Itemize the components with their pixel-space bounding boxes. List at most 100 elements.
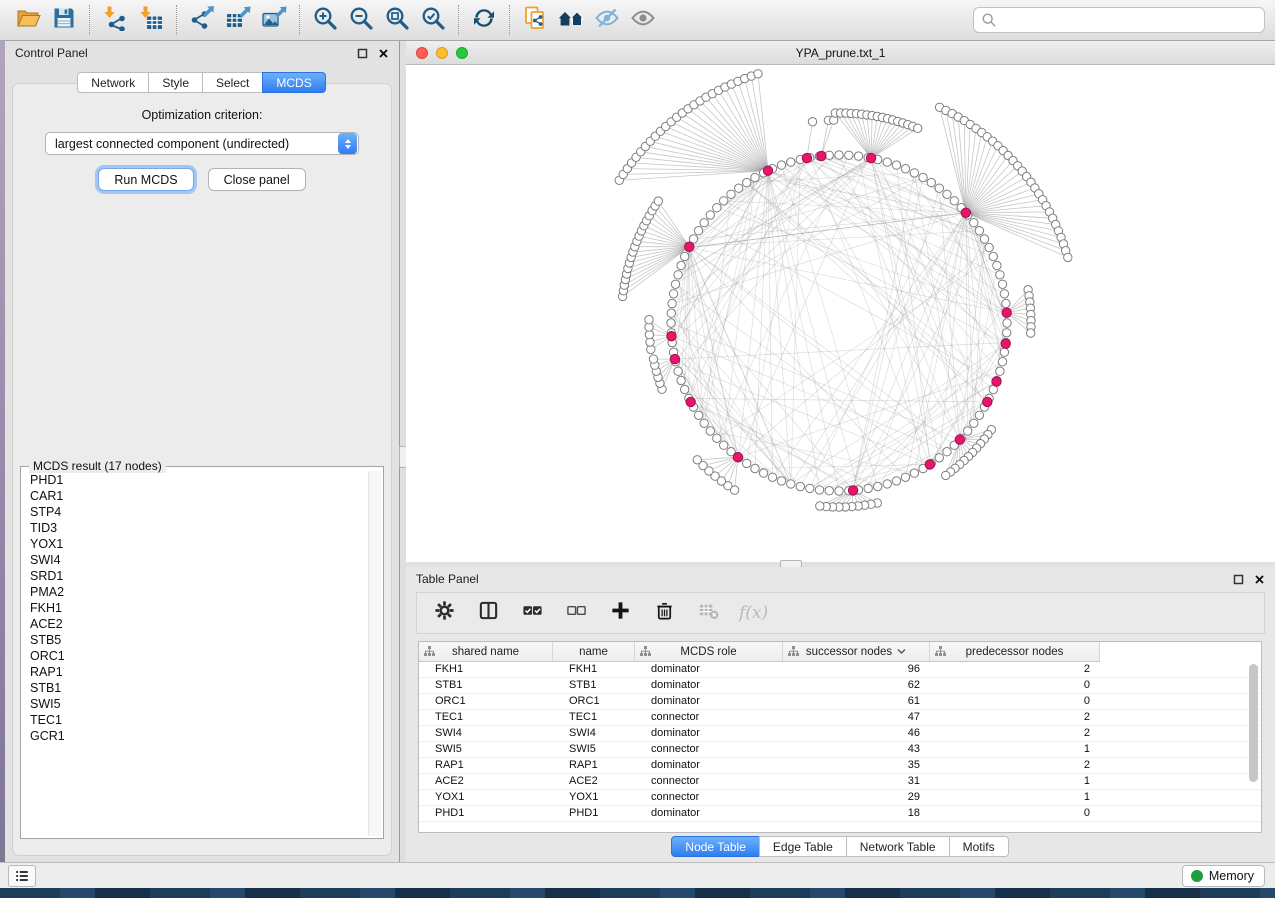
graph-node[interactable] — [681, 385, 689, 393]
select-all-button[interactable] — [519, 600, 545, 626]
column-browser-button[interactable] — [475, 600, 501, 626]
cell-MCDS-role[interactable]: dominator — [635, 806, 783, 821]
float-table-panel-icon[interactable] — [1233, 574, 1244, 585]
graph-node[interactable] — [777, 477, 785, 485]
tab-edge-table[interactable]: Edge Table — [759, 836, 847, 857]
cell-shared-name[interactable]: PHD1 — [419, 806, 553, 821]
zoom-fit-button[interactable] — [379, 4, 415, 36]
graph-node[interactable] — [713, 434, 721, 442]
graph-node[interactable] — [751, 173, 759, 181]
hide-selected-button[interactable] — [589, 4, 625, 36]
mcds-result-item[interactable]: STB1 — [23, 680, 367, 696]
cell-shared-name[interactable]: SWI5 — [419, 742, 553, 757]
dominator-node[interactable] — [992, 377, 1001, 386]
table-row[interactable]: TEC1TEC1connector472 — [419, 710, 1261, 726]
search-input[interactable] — [1002, 10, 1257, 30]
cell-predecessor-nodes[interactable]: 1 — [930, 774, 1100, 789]
cell-predecessor-nodes[interactable]: 0 — [930, 678, 1100, 693]
graph-node[interactable] — [970, 419, 978, 427]
graph-node[interactable] — [671, 280, 679, 288]
graph-node[interactable] — [816, 502, 824, 510]
cell-name[interactable]: STB1 — [553, 678, 635, 693]
cell-name[interactable]: RAP1 — [553, 758, 635, 773]
cell-successor-nodes[interactable]: 47 — [783, 710, 930, 725]
graph-node[interactable] — [787, 480, 795, 488]
cell-name[interactable]: SWI4 — [553, 726, 635, 741]
import-table-button[interactable] — [133, 4, 169, 36]
cell-predecessor-nodes[interactable]: 1 — [930, 790, 1100, 805]
tab-motifs[interactable]: Motifs — [949, 836, 1009, 857]
cell-name[interactable]: ACE2 — [553, 774, 635, 789]
graph-node[interactable] — [874, 482, 882, 490]
graph-node[interactable] — [1002, 299, 1010, 307]
graph-node[interactable] — [645, 316, 653, 324]
mcds-result-item[interactable]: SWI4 — [23, 552, 367, 568]
table-row[interactable]: ORC1ORC1dominator610 — [419, 694, 1261, 710]
graph-node[interactable] — [1003, 329, 1011, 337]
graph-node[interactable] — [883, 158, 891, 166]
mcds-result-list[interactable]: PHD1CAR1STP4TID3YOX1SWI4SRD1PMA2FKH1ACE2… — [23, 472, 367, 836]
graph-node[interactable] — [1003, 319, 1011, 327]
graph-node[interactable] — [677, 376, 685, 384]
cell-name[interactable]: YOX1 — [553, 790, 635, 805]
tab-node-table[interactable]: Node Table — [671, 836, 760, 857]
graph-node[interactable] — [845, 151, 853, 159]
export-image-button[interactable] — [256, 4, 292, 36]
export-network-button[interactable] — [184, 4, 220, 36]
graph-node[interactable] — [935, 184, 943, 192]
mcds-result-item[interactable]: SRD1 — [23, 568, 367, 584]
table-scrollbar-thumb[interactable] — [1249, 664, 1258, 782]
graph-node[interactable] — [996, 367, 1004, 375]
result-list-scrollbar[interactable] — [368, 471, 381, 836]
graph-node[interactable] — [768, 473, 776, 481]
graph-node[interactable] — [677, 261, 685, 269]
cell-successor-nodes[interactable]: 46 — [783, 726, 930, 741]
cell-successor-nodes[interactable]: 18 — [783, 806, 930, 821]
graph-node[interactable] — [1000, 348, 1008, 356]
show-all-button[interactable] — [625, 4, 661, 36]
dominator-node[interactable] — [817, 151, 826, 160]
graph-node[interactable] — [883, 480, 891, 488]
graph-node[interactable] — [943, 190, 951, 198]
mcds-result-item[interactable]: GCR1 — [23, 728, 367, 744]
cell-MCDS-role[interactable]: connector — [635, 774, 783, 789]
first-neighbors-button[interactable] — [553, 4, 589, 36]
mcds-result-item[interactable]: STP4 — [23, 504, 367, 520]
graph-node[interactable] — [825, 487, 833, 495]
column-header-successor-nodes[interactable]: successor nodes — [783, 642, 930, 662]
graph-node[interactable] — [892, 477, 900, 485]
cell-predecessor-nodes[interactable]: 1 — [930, 742, 1100, 757]
cell-shared-name[interactable]: FKH1 — [419, 662, 553, 677]
graph-node[interactable] — [985, 243, 993, 251]
graph-node[interactable] — [796, 482, 804, 490]
dominator-node[interactable] — [866, 153, 875, 162]
column-header-shared-name[interactable]: shared name — [419, 642, 553, 662]
table-row[interactable]: YOX1YOX1connector291 — [419, 790, 1261, 806]
graph-node[interactable] — [806, 484, 814, 492]
graph-node[interactable] — [668, 299, 676, 307]
float-panel-icon[interactable] — [357, 48, 368, 59]
graph-node[interactable] — [720, 197, 728, 205]
graph-node[interactable] — [667, 309, 675, 317]
graph-node[interactable] — [996, 271, 1004, 279]
mcds-result-item[interactable]: ACE2 — [23, 616, 367, 632]
cell-successor-nodes[interactable]: 96 — [783, 662, 930, 677]
graph-node[interactable] — [667, 319, 675, 327]
cell-shared-name[interactable]: ACE2 — [419, 774, 553, 789]
refresh-view-button[interactable] — [466, 4, 502, 36]
graph-node[interactable] — [964, 427, 972, 435]
graph-node[interactable] — [901, 165, 909, 173]
graph-node[interactable] — [654, 197, 662, 205]
mcds-result-item[interactable]: YOX1 — [23, 536, 367, 552]
graph-node[interactable] — [942, 471, 950, 479]
graph-node[interactable] — [669, 290, 677, 298]
cell-MCDS-role[interactable]: connector — [635, 742, 783, 757]
tab-network-table[interactable]: Network Table — [846, 836, 950, 857]
table-row[interactable]: SWI5SWI5connector431 — [419, 742, 1261, 758]
search-box[interactable] — [973, 7, 1265, 33]
cell-MCDS-role[interactable]: connector — [635, 710, 783, 725]
graph-node[interactable] — [700, 219, 708, 227]
graph-node[interactable] — [927, 178, 935, 186]
graph-node[interactable] — [975, 411, 983, 419]
cell-successor-nodes[interactable]: 29 — [783, 790, 930, 805]
